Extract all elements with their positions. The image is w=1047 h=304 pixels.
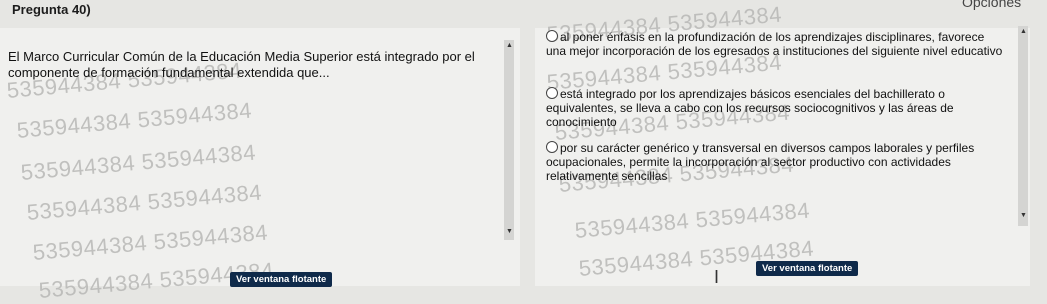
option-text: por su carácter genérico y transversal e…	[546, 141, 975, 183]
options-scrollbar[interactable]: ▲ ▼	[1018, 26, 1028, 226]
answer-option-b[interactable]: está integrado por los aprendizajes bási…	[546, 87, 1016, 129]
radio-button[interactable]	[546, 141, 558, 153]
scroll-down-icon[interactable]: ▼	[506, 228, 513, 235]
answer-option-c[interactable]: por su carácter genérico y transversal e…	[546, 141, 986, 183]
option-text: al poner énfasis en la profundización de…	[546, 30, 1003, 58]
text-cursor-icon: I	[714, 267, 720, 287]
floating-window-button[interactable]: Ver ventana flotante	[230, 272, 333, 287]
question-text: El Marco Curricular Común de la Educació…	[8, 49, 475, 80]
answer-option-a[interactable]: al poner énfasis en la profundización de…	[546, 30, 1006, 58]
scroll-up-icon[interactable]: ▲	[506, 42, 513, 49]
floating-window-button[interactable]: Ver ventana flotante	[756, 261, 859, 276]
scroll-down-icon[interactable]: ▼	[1020, 212, 1027, 219]
radio-button[interactable]	[546, 87, 558, 99]
option-text: está integrado por los aprendizajes bási…	[546, 87, 954, 129]
options-heading: Opciones	[962, 0, 1022, 10]
question-number: Pregunta 40)	[12, 2, 91, 17]
question-scrollbar[interactable]: ▲ ▼	[504, 40, 514, 240]
scroll-up-icon[interactable]: ▲	[1020, 28, 1027, 35]
radio-button[interactable]	[546, 30, 558, 42]
